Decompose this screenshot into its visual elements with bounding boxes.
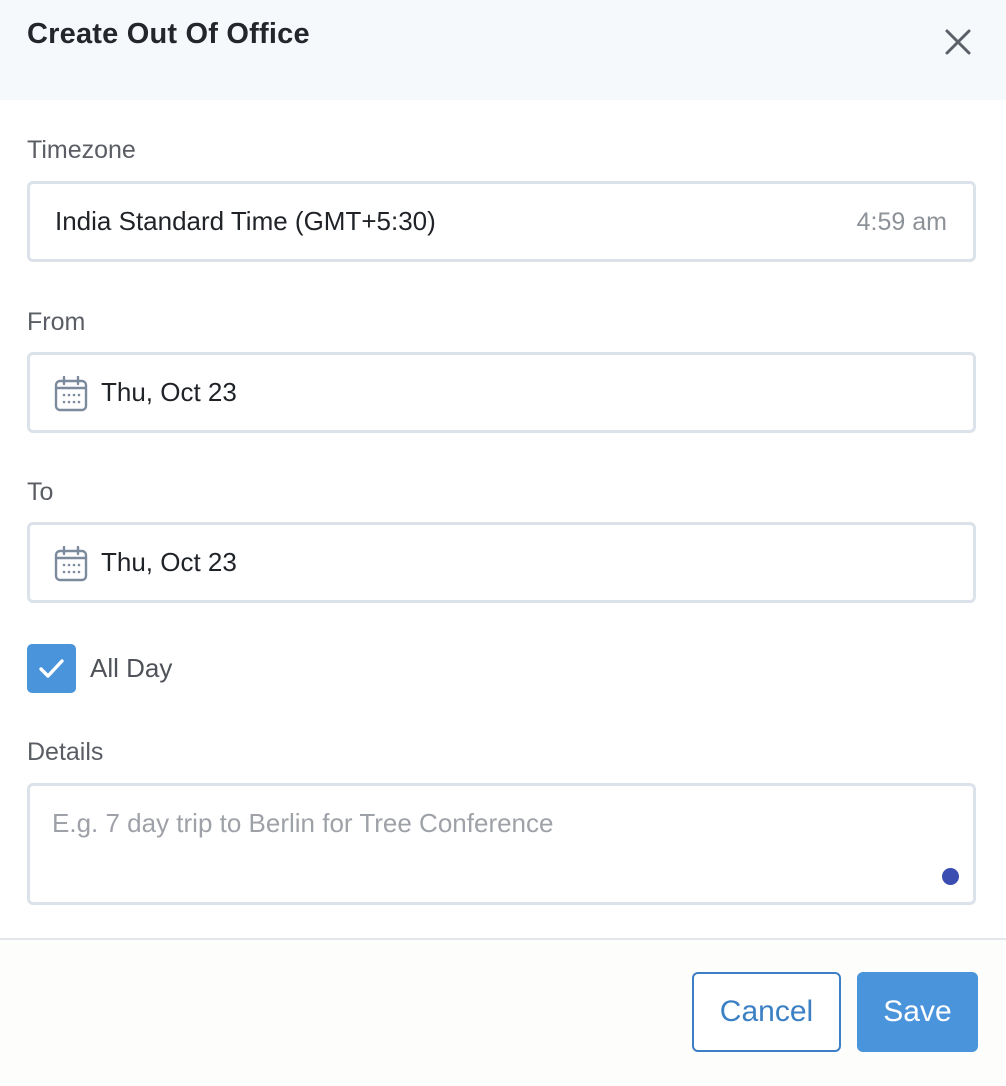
close-button[interactable] xyxy=(938,22,978,62)
to-date-field[interactable]: Thu, Oct 23 xyxy=(27,522,976,603)
calendar-icon xyxy=(54,545,88,582)
save-button[interactable]: Save xyxy=(857,972,978,1052)
all-day-label[interactable]: All Day xyxy=(90,653,172,684)
timezone-value: India Standard Time (GMT+5:30) xyxy=(55,206,436,236)
dialog-header: Create Out Of Office xyxy=(0,0,1006,100)
details-placeholder: E.g. 7 day trip to Berlin for Tree Confe… xyxy=(52,808,554,838)
details-label: Details xyxy=(27,738,104,766)
calendar-icon xyxy=(54,375,88,412)
from-date-field[interactable]: Thu, Oct 23 xyxy=(27,352,976,433)
close-icon xyxy=(945,29,971,55)
checkmark-icon xyxy=(39,659,64,678)
status-dot xyxy=(942,868,959,885)
from-label: From xyxy=(27,308,86,336)
from-date-value: Thu, Oct 23 xyxy=(101,377,237,407)
cancel-button[interactable]: Cancel xyxy=(692,972,841,1052)
out-of-office-dialog: Create Out Of Office Timezone India Stan… xyxy=(0,0,1006,1086)
timezone-select[interactable]: India Standard Time (GMT+5:30) 4:59 am xyxy=(27,181,976,262)
timezone-current-time: 4:59 am xyxy=(856,208,947,236)
to-date-value: Thu, Oct 23 xyxy=(101,547,237,577)
dialog-footer xyxy=(0,940,1006,1086)
all-day-checkbox[interactable] xyxy=(27,644,76,693)
dialog-title: Create Out Of Office xyxy=(27,18,310,50)
details-textarea[interactable]: E.g. 7 day trip to Berlin for Tree Confe… xyxy=(27,783,976,905)
timezone-label: Timezone xyxy=(27,136,136,164)
to-label: To xyxy=(27,478,54,506)
